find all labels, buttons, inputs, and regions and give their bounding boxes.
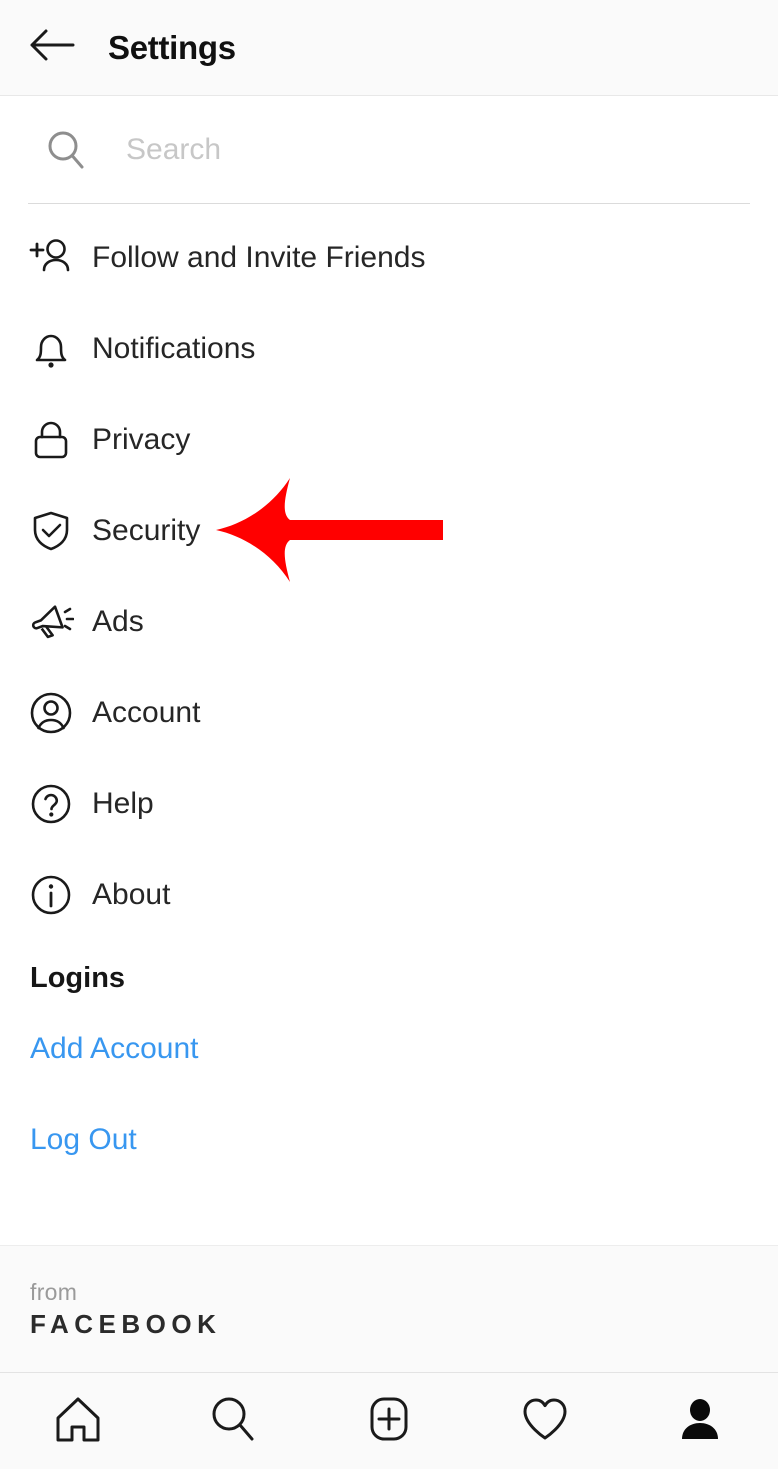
log-out-link[interactable]: Log Out — [0, 1094, 778, 1185]
menu-item-label: Privacy — [92, 422, 191, 456]
menu-item-label: Account — [92, 695, 201, 729]
menu-item-account[interactable]: Account — [0, 667, 778, 758]
menu-item-label: Follow and Invite Friends — [92, 240, 426, 274]
menu-item-label: Security — [92, 513, 201, 547]
menu-item-ads[interactable]: Ads — [0, 576, 778, 667]
question-circle-icon — [28, 781, 74, 827]
heart-icon — [520, 1394, 570, 1449]
brand-from-label: from — [30, 1279, 78, 1306]
nav-create-button[interactable] — [311, 1373, 467, 1469]
plus-square-icon — [364, 1394, 414, 1449]
shield-check-icon — [28, 508, 74, 554]
home-icon — [53, 1394, 103, 1449]
settings-menu: Follow and Invite Friends Notifications — [0, 204, 778, 940]
nav-activity-button[interactable] — [467, 1373, 623, 1469]
search-input[interactable] — [126, 124, 646, 175]
app-header: Settings — [0, 0, 778, 96]
menu-item-notifications[interactable]: Notifications — [0, 303, 778, 394]
megaphone-icon — [28, 599, 74, 645]
menu-item-label: Ads — [92, 604, 144, 638]
search-bar[interactable] — [28, 96, 750, 204]
add-account-link[interactable]: Add Account — [0, 1003, 778, 1094]
bell-icon — [28, 326, 74, 372]
nav-profile-button[interactable] — [622, 1373, 778, 1469]
menu-item-label: Help — [92, 786, 154, 820]
arrow-left-icon — [29, 28, 75, 67]
back-button[interactable] — [24, 20, 80, 76]
page-title: Settings — [108, 28, 236, 66]
nav-home-button[interactable] — [0, 1373, 156, 1469]
menu-item-about[interactable]: About — [0, 849, 778, 940]
menu-item-privacy[interactable]: Privacy — [0, 394, 778, 485]
profile-person-icon — [675, 1394, 725, 1449]
menu-item-label: About — [92, 877, 171, 911]
brand-footer: from FACEBOOK — [0, 1245, 778, 1372]
brand-name-label: FACEBOOK — [30, 1308, 222, 1339]
person-circle-icon — [28, 690, 74, 736]
settings-body: Follow and Invite Friends Notifications — [0, 96, 778, 1246]
logins-heading: Logins — [30, 962, 126, 994]
nav-search-button[interactable] — [156, 1373, 312, 1469]
search-icon — [208, 1394, 258, 1449]
menu-item-help[interactable]: Help — [0, 758, 778, 849]
person-plus-icon — [28, 235, 74, 281]
menu-item-label: Notifications — [92, 331, 256, 365]
search-icon — [40, 124, 92, 176]
bottom-navigation — [0, 1372, 778, 1469]
lock-icon — [28, 417, 74, 463]
info-circle-icon — [28, 872, 74, 918]
settings-screen: Settings Search Follow and Invite Friend… — [0, 0, 778, 1469]
menu-item-follow-and-invite-friends[interactable]: Follow and Invite Friends — [0, 212, 778, 303]
menu-item-security[interactable]: Security — [0, 485, 778, 576]
